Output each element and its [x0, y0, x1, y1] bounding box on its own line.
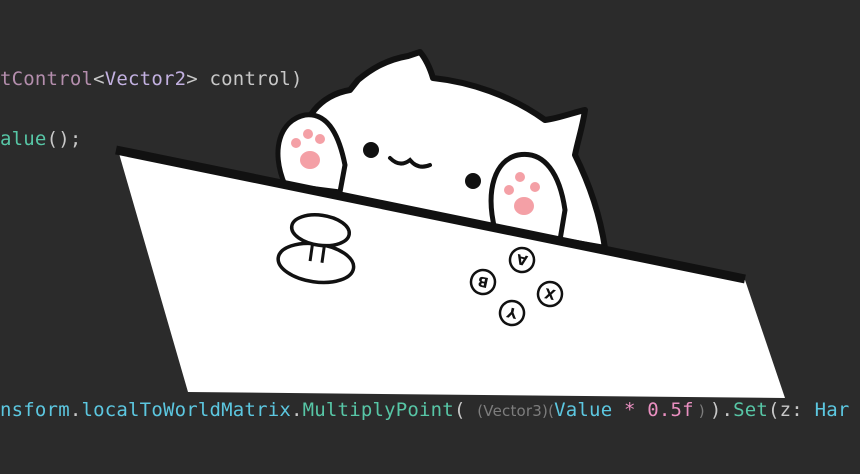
paw-pad-icon	[300, 151, 320, 169]
cat-right-eye	[465, 173, 481, 189]
cat-left-eye	[363, 142, 379, 158]
paw-toe-icon	[303, 129, 313, 139]
paw-toe-icon	[530, 182, 540, 192]
paw-toe-icon	[315, 134, 325, 144]
bongo-cat-overlay: A B X Y	[115, 49, 785, 398]
paw-pad-icon	[514, 197, 534, 215]
editor-canvas: tControl<Vector2> control) alue(); nsfor…	[0, 0, 860, 474]
paw-toe-icon	[515, 172, 525, 182]
paw-toe-icon	[504, 185, 514, 195]
paw-toe-icon	[291, 138, 301, 148]
